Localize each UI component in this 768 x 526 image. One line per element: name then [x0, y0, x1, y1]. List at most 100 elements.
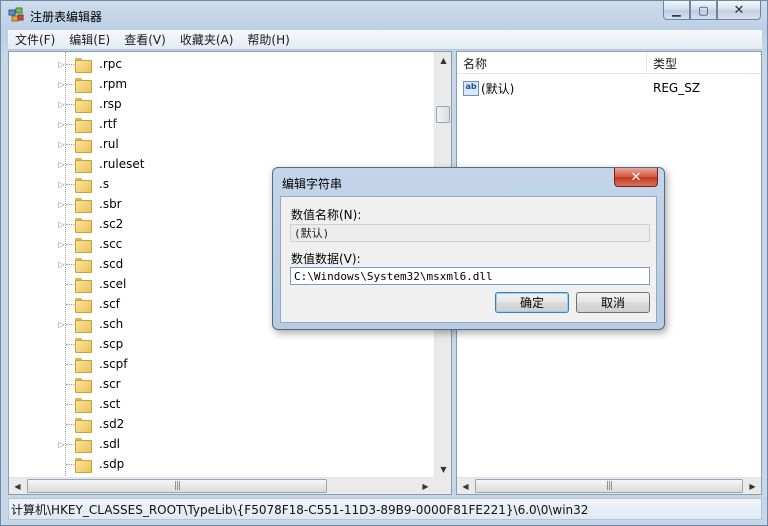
- menu-help[interactable]: 帮助(H): [240, 31, 296, 48]
- tree-horizontal-scrollbar[interactable]: ◀ ||| ▶: [9, 477, 434, 494]
- tree-connector-line: [66, 223, 74, 225]
- scroll-right-arrow-icon[interactable]: ▶: [417, 478, 434, 494]
- tree-connector-line: [66, 63, 74, 65]
- maximize-icon: ▢: [698, 3, 709, 17]
- folder-icon: [75, 297, 92, 313]
- tree-node[interactable]: .scr: [9, 374, 435, 394]
- menu-favorites[interactable]: 收藏夹(A): [173, 31, 241, 48]
- close-button[interactable]: ✕: [717, 1, 761, 20]
- tree-connector-line: [66, 243, 74, 245]
- expand-arrow-icon[interactable]: ▷: [57, 440, 66, 449]
- minimize-button[interactable]: ▁: [663, 1, 690, 20]
- title-bar[interactable]: 注册表编辑器 ▁ ▢ ✕: [1, 1, 767, 29]
- column-header-name[interactable]: 名称: [457, 52, 647, 74]
- tree-connector-line: [66, 103, 74, 105]
- tree-node-label: .sdl: [99, 437, 121, 451]
- expand-arrow-icon[interactable]: ▷: [57, 60, 66, 69]
- close-icon: ✕: [733, 2, 745, 18]
- tree-connector-line: [66, 123, 74, 125]
- folder-icon: [75, 97, 92, 113]
- folder-icon: [75, 217, 92, 233]
- folder-icon: [75, 457, 92, 473]
- column-header-type[interactable]: 类型: [647, 52, 761, 74]
- menu-edit[interactable]: 编辑(E): [62, 31, 117, 48]
- dialog-close-button[interactable]: ✕: [614, 168, 658, 187]
- expand-arrow-icon[interactable]: ▷: [57, 80, 66, 89]
- menu-view[interactable]: 查看(V): [117, 31, 173, 48]
- folder-icon: [75, 277, 92, 293]
- scroll-up-arrow-icon[interactable]: ▲: [435, 52, 451, 69]
- tree-node-label: .sch: [99, 317, 124, 331]
- scroll-left-arrow-icon[interactable]: ◀: [9, 478, 26, 494]
- tree-node-label: .sc2: [99, 217, 124, 231]
- folder-icon: [75, 237, 92, 253]
- menu-file[interactable]: 文件(F): [8, 31, 62, 48]
- tree-node[interactable]: .sdp: [9, 454, 435, 474]
- folder-icon: [75, 157, 92, 173]
- expand-arrow-icon[interactable]: ▷: [57, 140, 66, 149]
- folder-icon: [75, 117, 92, 133]
- close-icon: ✕: [630, 169, 642, 185]
- expand-arrow-icon[interactable]: ▷: [57, 220, 66, 229]
- expand-arrow-icon[interactable]: ▷: [57, 260, 66, 269]
- tree-node[interactable]: ▷ .rul: [9, 134, 435, 154]
- dialog-title: 编辑字符串: [282, 177, 343, 191]
- tree-node-label: .sct: [99, 397, 121, 411]
- value-name-label: 数值名称(N):: [291, 208, 362, 222]
- value-type: REG_SZ: [653, 81, 701, 95]
- folder-icon: [75, 177, 92, 193]
- tree-node[interactable]: .scp: [9, 334, 435, 354]
- cancel-button[interactable]: 取消: [576, 292, 650, 313]
- list-item[interactable]: ab (默认) REG_SZ: [457, 78, 761, 98]
- scroll-right-arrow-icon[interactable]: ▶: [744, 478, 761, 494]
- tree-node[interactable]: ▷ .rsp: [9, 94, 435, 114]
- folder-icon: [75, 397, 92, 413]
- tree-node[interactable]: ▷ .rpm: [9, 74, 435, 94]
- scroll-corner: [434, 477, 451, 494]
- expand-arrow-icon[interactable]: ▷: [57, 120, 66, 129]
- folder-icon: [75, 257, 92, 273]
- tree-node[interactable]: ▷ .rtf: [9, 114, 435, 134]
- tree-node-label: .scf: [99, 297, 120, 311]
- value-name-field: (默认): [290, 224, 650, 242]
- maximize-button[interactable]: ▢: [690, 1, 717, 20]
- scroll-down-arrow-icon[interactable]: ▼: [435, 461, 451, 478]
- minimize-icon: ▁: [672, 3, 681, 17]
- tree-node[interactable]: .sct: [9, 394, 435, 414]
- tree-node[interactable]: .scpf: [9, 354, 435, 374]
- scroll-left-arrow-icon[interactable]: ◀: [457, 478, 474, 494]
- value-data-input[interactable]: C:\Windows\System32\msxml6.dll: [290, 267, 650, 285]
- tree-node-label: .s: [99, 177, 110, 191]
- value-data-label: 数值数据(V):: [291, 252, 361, 266]
- tree-connector-line: [66, 383, 74, 385]
- ok-button[interactable]: 确定: [495, 292, 569, 313]
- list-horizontal-scrollbar[interactable]: ◀ ||| ▶: [457, 477, 761, 494]
- tree-node-label: .sdp: [99, 457, 125, 471]
- tree-node-label: .rtf: [99, 117, 117, 131]
- tree-connector-line: [66, 303, 74, 305]
- tree-node-label: .sd2: [99, 417, 125, 431]
- tree-node[interactable]: ▷ .rpc: [9, 54, 435, 74]
- tree-connector-line: [66, 143, 74, 145]
- dialog-body: 数值名称(N): (默认) 数值数据(V): C:\Windows\System…: [280, 196, 657, 323]
- list-header: 名称 类型: [457, 52, 761, 74]
- expand-arrow-icon[interactable]: ▷: [57, 320, 66, 329]
- tree-vertical-scroll-thumb[interactable]: [436, 106, 450, 123]
- expand-arrow-icon[interactable]: ▷: [57, 200, 66, 209]
- tree-horizontal-scroll-thumb[interactable]: |||: [27, 479, 327, 493]
- list-horizontal-scroll-thumb[interactable]: |||: [475, 479, 743, 493]
- expand-arrow-icon[interactable]: ▷: [57, 240, 66, 249]
- tree-node[interactable]: ▷ .sdl: [9, 434, 435, 454]
- expand-arrow-icon[interactable]: ▷: [57, 160, 66, 169]
- tree-node-label: .rul: [99, 137, 119, 151]
- window-title: 注册表编辑器: [30, 10, 103, 24]
- folder-icon: [75, 197, 92, 213]
- expand-arrow-icon[interactable]: ▷: [57, 100, 66, 109]
- tree-node[interactable]: .sd2: [9, 414, 435, 434]
- tree-node-label: .rpm: [99, 77, 128, 91]
- tree-node-label: .ruleset: [99, 157, 145, 171]
- registry-editor-window: 注册表编辑器 ▁ ▢ ✕ 文件(F) 编辑(E) 查看(V) 收藏夹(A) 帮助…: [0, 0, 768, 526]
- tree-connector-line: [66, 83, 74, 85]
- tree-node-label: .sbr: [99, 197, 122, 211]
- expand-arrow-icon[interactable]: ▷: [57, 180, 66, 189]
